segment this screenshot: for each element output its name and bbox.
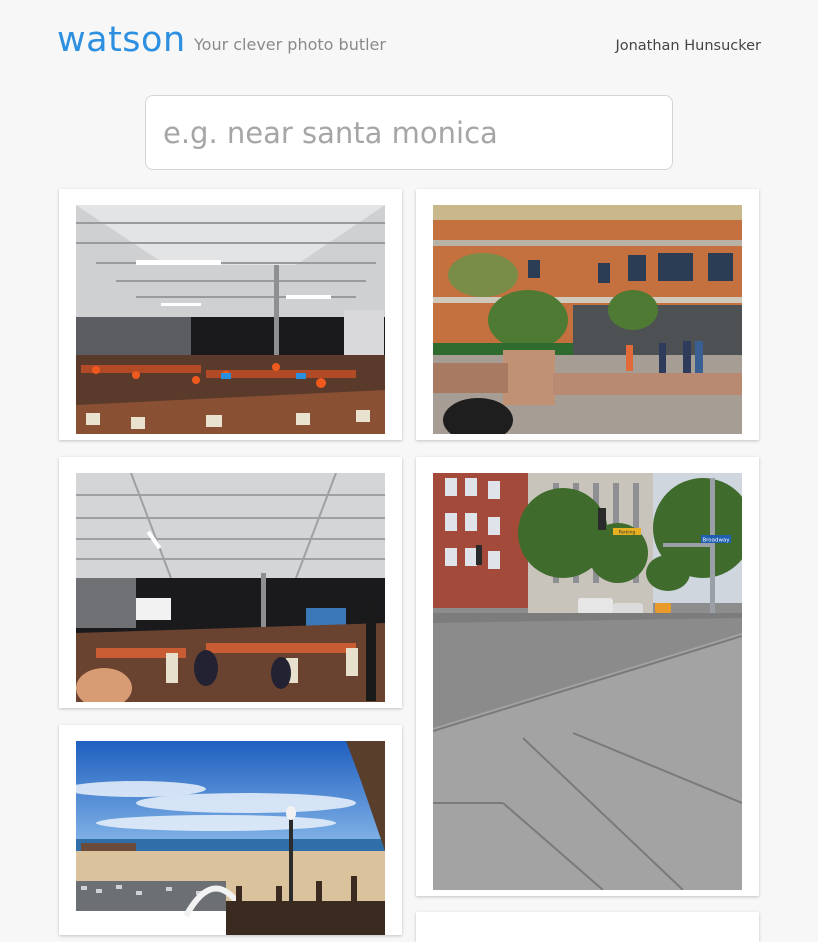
photo-card[interactable]: Broadway Parking	[416, 457, 759, 896]
photo-hall-interior-2[interactable]	[76, 473, 385, 702]
photo-hall-interior-1[interactable]	[76, 205, 385, 434]
app-logo[interactable]: watson	[57, 18, 186, 62]
photo-card[interactable]	[59, 189, 402, 440]
street-sign-parking: Parking	[619, 530, 636, 536]
photo-card[interactable]	[416, 912, 759, 942]
street-sign-broadway: Broadway	[702, 538, 730, 544]
app-header: watson Your clever photo butler Jonathan…	[0, 0, 818, 80]
photo-card[interactable]	[416, 189, 759, 440]
user-name-link[interactable]: Jonathan Hunsucker	[615, 36, 761, 56]
search-box	[145, 95, 673, 170]
app-tagline: Your clever photo butler	[194, 35, 386, 54]
photo-street-corner[interactable]: Broadway Parking	[433, 473, 742, 890]
photo-santa-monica-plaza[interactable]	[433, 205, 742, 434]
photo-card[interactable]	[59, 457, 402, 708]
photo-card[interactable]	[59, 725, 402, 935]
photo-santa-monica-beach[interactable]	[76, 741, 385, 935]
search-input[interactable]	[145, 95, 673, 170]
